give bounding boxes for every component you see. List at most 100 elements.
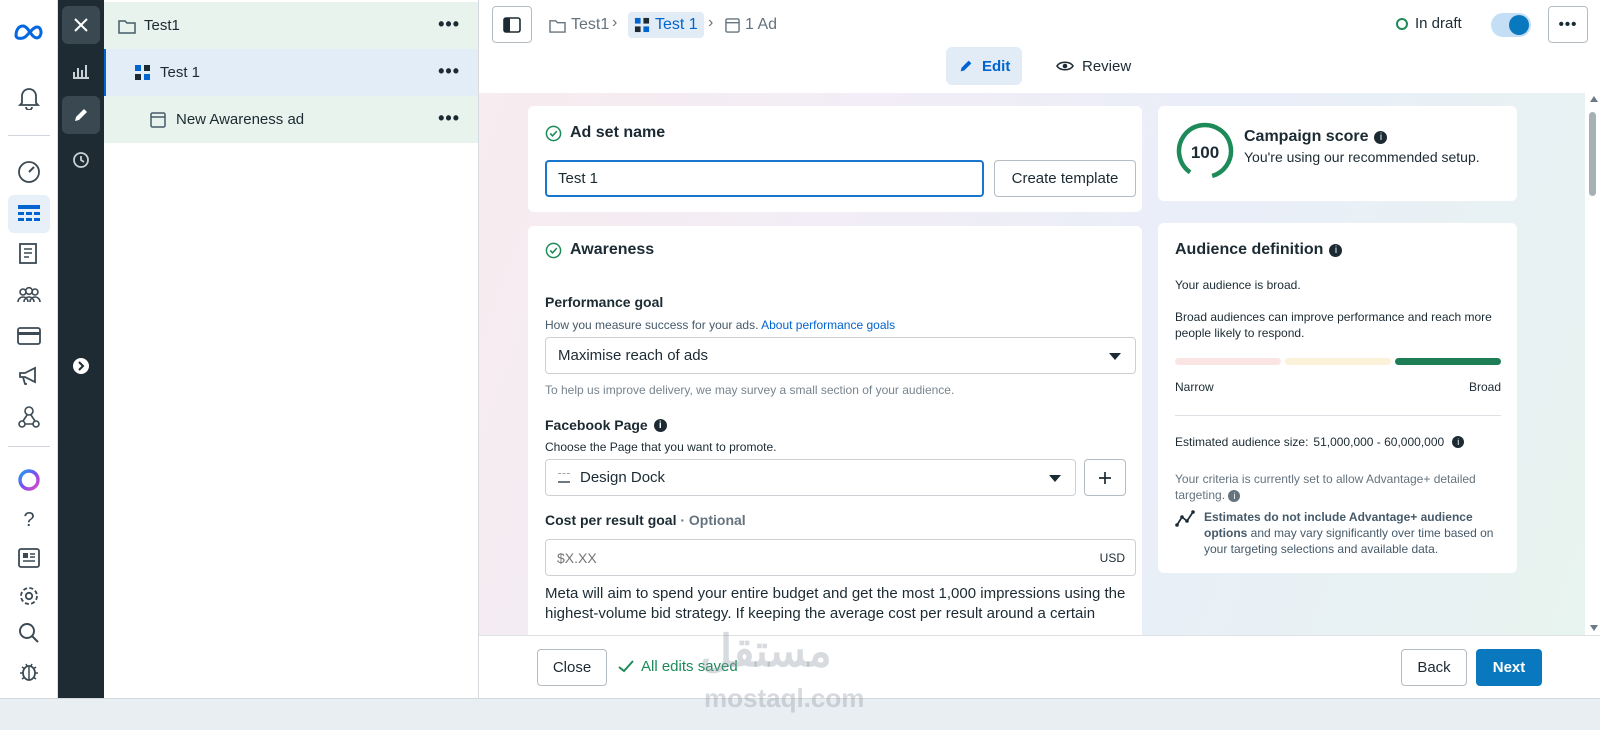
breadcrumb-chevron-icon: › bbox=[612, 14, 618, 31]
checkmark-icon bbox=[618, 660, 634, 673]
campaign-on-off-toggle[interactable] bbox=[1491, 13, 1531, 37]
content-scrollbar[interactable] bbox=[1585, 93, 1600, 635]
campaigns-megaphone-icon[interactable] bbox=[8, 357, 50, 395]
news-feed-icon[interactable] bbox=[8, 539, 50, 577]
eye-icon bbox=[1056, 61, 1074, 71]
cost-goal-input[interactable] bbox=[546, 540, 1066, 575]
editor-top-bar: Test1 › Test 1 › 1 Ad In draft ••• Edit … bbox=[479, 0, 1600, 93]
breadcrumb-chevron-icon: › bbox=[708, 14, 714, 31]
close-editor-icon[interactable] bbox=[62, 6, 100, 44]
performance-goal-value: Maximise reach of ads bbox=[558, 347, 709, 364]
adset-grid-icon bbox=[634, 17, 650, 33]
rail-divider bbox=[8, 135, 50, 136]
performance-goal-help-text: How you measure success for your ads. bbox=[545, 318, 759, 332]
report-bug-icon[interactable] bbox=[8, 652, 50, 690]
plus-icon bbox=[1099, 471, 1111, 484]
breadcrumb-ads[interactable]: 1 Ad bbox=[725, 12, 777, 38]
audience-heading: Audience definition i bbox=[1175, 241, 1343, 259]
estimate-note-text: and may vary significantly over time bas… bbox=[1204, 526, 1494, 556]
campaign-score-title: Campaign score bbox=[1244, 128, 1369, 145]
ads-manager-table-icon[interactable] bbox=[8, 195, 50, 233]
tab-edit[interactable]: Edit bbox=[946, 47, 1023, 85]
next-button[interactable]: Next bbox=[1476, 649, 1542, 686]
create-template-button[interactable]: Create template bbox=[994, 160, 1136, 197]
settings-gear-icon[interactable] bbox=[8, 577, 50, 615]
audience-definition-card: Audience definition i Your audience is b… bbox=[1158, 223, 1517, 573]
pages-catalog-icon[interactable] bbox=[8, 235, 50, 273]
about-performance-goals-link[interactable]: About performance goals bbox=[761, 318, 895, 332]
criteria-note-text: Your criteria is currently set to allow … bbox=[1175, 472, 1476, 502]
criteria-note: Your criteria is currently set to allow … bbox=[1175, 471, 1495, 503]
campaign-score-heading: Campaign score i bbox=[1244, 128, 1388, 146]
scrollbar-thumb[interactable] bbox=[1589, 112, 1596, 196]
billing-card-icon[interactable] bbox=[8, 317, 50, 355]
adset-name-input[interactable] bbox=[545, 160, 984, 197]
tab-review[interactable]: Review bbox=[1044, 47, 1143, 85]
tree-item-ad[interactable]: New Awareness ad ••• bbox=[104, 96, 478, 143]
narrow-label: Narrow bbox=[1175, 380, 1214, 394]
events-network-icon[interactable] bbox=[8, 398, 50, 436]
estimated-audience-size: Estimated audience size: 51,000,000 - 60… bbox=[1175, 435, 1465, 449]
notifications-bell-icon[interactable] bbox=[8, 79, 50, 117]
close-button[interactable]: Close bbox=[537, 649, 607, 686]
overview-gauge-icon[interactable] bbox=[8, 153, 50, 191]
info-icon[interactable]: i bbox=[653, 418, 667, 432]
adset-name-title: Ad set name bbox=[570, 124, 666, 141]
adset-name-heading: Ad set name bbox=[545, 124, 665, 142]
breadcrumb-campaign[interactable]: Test1 bbox=[549, 12, 609, 38]
performance-goal-select[interactable]: Maximise reach of ads bbox=[545, 337, 1136, 374]
edit-pencil-icon[interactable] bbox=[62, 96, 100, 134]
performance-chart-icon[interactable] bbox=[62, 52, 100, 90]
audience-divider bbox=[1175, 415, 1501, 416]
help-question-icon[interactable]: ? bbox=[8, 501, 50, 539]
draft-status-icon bbox=[1396, 17, 1408, 30]
app-icon-rail: ? bbox=[0, 0, 58, 698]
audience-meter-broad-segment bbox=[1395, 358, 1501, 365]
campaign-tree-panel: Test1 ••• Test 1 ••• New Awareness ad ••… bbox=[104, 0, 479, 698]
watermark-arabic: مستقل bbox=[700, 627, 832, 676]
meta-ai-ring-icon[interactable] bbox=[8, 461, 50, 499]
editor-dark-rail bbox=[58, 0, 104, 698]
breadcrumb-campaign-label: Test1 bbox=[571, 16, 610, 33]
toggle-panel-button[interactable] bbox=[492, 6, 532, 43]
watermark-latin: mostaql.com bbox=[704, 683, 865, 713]
adset-grid-icon bbox=[135, 65, 150, 80]
tree-campaign-label: Test1 bbox=[144, 17, 180, 34]
audience-title: Audience definition bbox=[1175, 241, 1324, 258]
ad-more-options-icon[interactable]: ••• bbox=[438, 109, 460, 127]
info-icon[interactable]: i bbox=[1329, 243, 1343, 257]
expand-chevron-icon[interactable] bbox=[62, 347, 100, 385]
scroll-up-arrow-icon[interactable] bbox=[1590, 96, 1598, 102]
tree-adset-label: Test 1 bbox=[160, 64, 201, 81]
dropdown-caret-icon bbox=[1109, 353, 1121, 360]
sidebar-toggle-icon bbox=[503, 16, 521, 33]
editor-content-area: Ad set name Create template Awareness Pe… bbox=[479, 93, 1600, 635]
info-icon[interactable]: i bbox=[1452, 436, 1465, 448]
search-icon[interactable] bbox=[8, 614, 50, 652]
meta-logo-icon[interactable] bbox=[8, 13, 50, 51]
draft-status: In draft bbox=[1396, 15, 1462, 32]
tree-item-campaign[interactable]: Test1 ••• bbox=[104, 2, 478, 49]
history-clock-icon[interactable] bbox=[62, 141, 100, 179]
adset-more-options-icon[interactable]: ••• bbox=[438, 62, 460, 80]
campaign-more-options-icon[interactable]: ••• bbox=[438, 15, 460, 33]
more-options-icon[interactable]: ••• bbox=[1548, 6, 1588, 43]
tree-item-adset[interactable]: Test 1 ••• bbox=[104, 49, 478, 96]
performance-goal-help: How you measure success for your ads. Ab… bbox=[545, 318, 895, 332]
info-icon[interactable]: i bbox=[1374, 130, 1388, 144]
breadcrumb-adset[interactable]: Test 1 bbox=[628, 12, 704, 38]
draft-status-label: In draft bbox=[1415, 15, 1462, 32]
facebook-page-select[interactable]: Design Dock bbox=[545, 459, 1076, 496]
scroll-down-arrow-icon[interactable] bbox=[1590, 625, 1598, 631]
campaign-score-card: 100 Campaign score i You're using our re… bbox=[1158, 106, 1517, 201]
currency-label: USD bbox=[1099, 551, 1125, 565]
add-page-button[interactable] bbox=[1084, 459, 1126, 496]
page-avatar-icon bbox=[558, 472, 570, 483]
info-icon[interactable]: i bbox=[1228, 490, 1241, 502]
back-button[interactable]: Back bbox=[1401, 649, 1467, 686]
awareness-heading: Awareness bbox=[545, 241, 654, 259]
ad-window-icon bbox=[725, 17, 740, 33]
audiences-people-icon[interactable] bbox=[8, 276, 50, 314]
tab-review-label: Review bbox=[1082, 57, 1132, 75]
audience-size-value: 51,000,000 - 60,000,000 bbox=[1313, 435, 1445, 449]
